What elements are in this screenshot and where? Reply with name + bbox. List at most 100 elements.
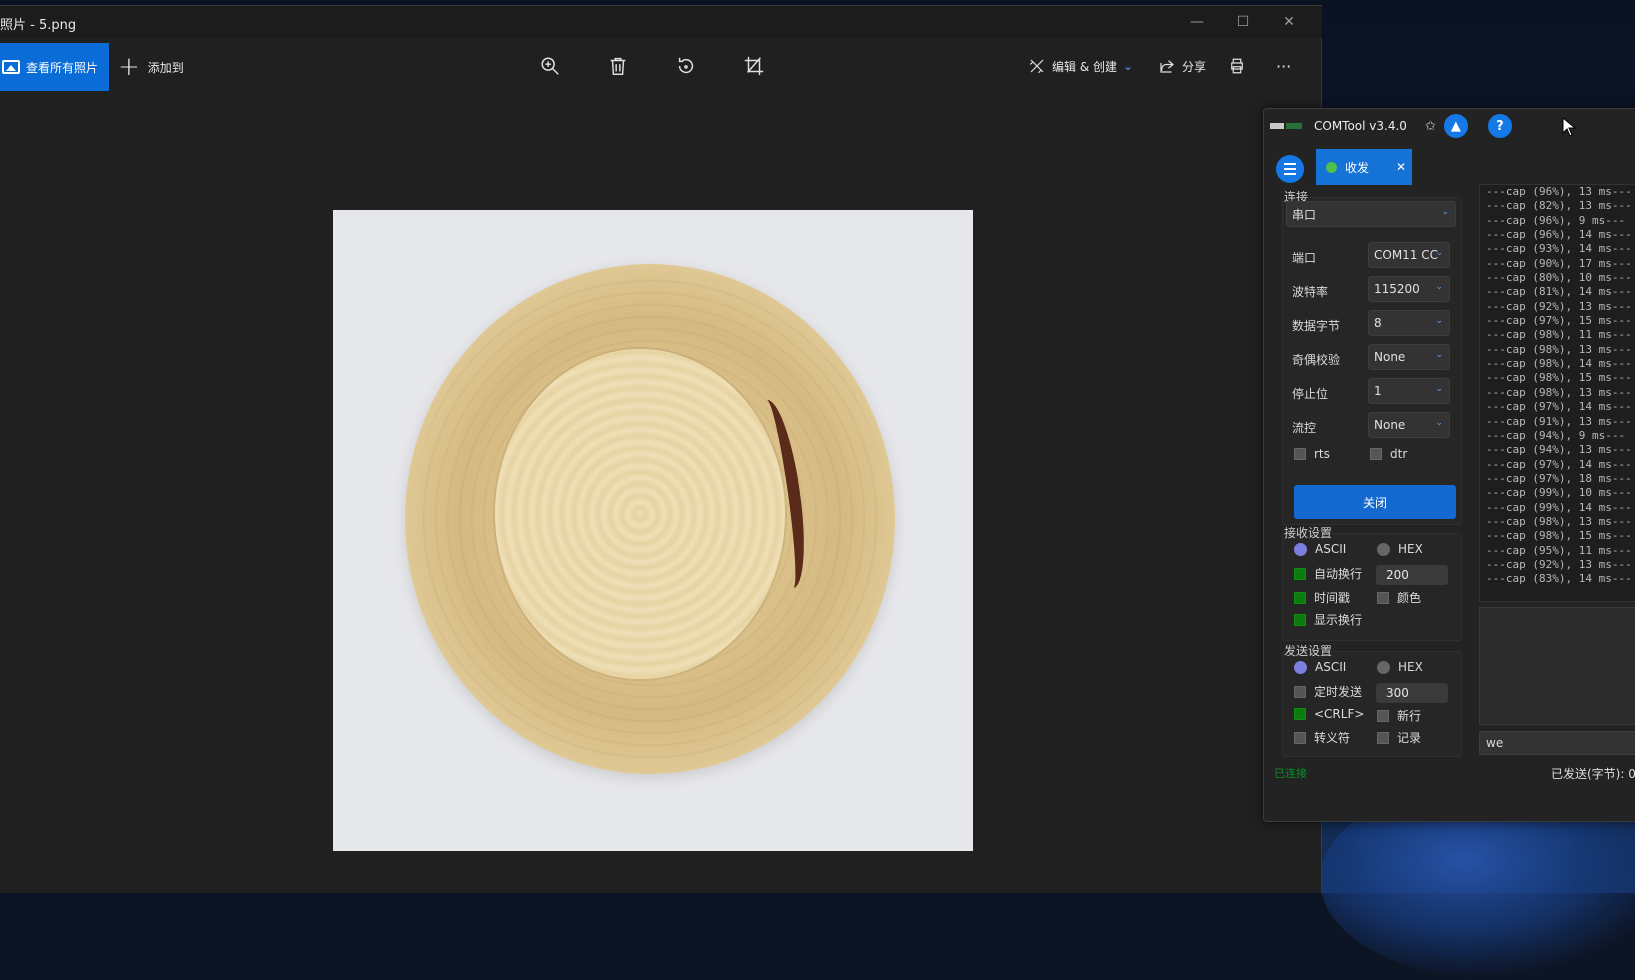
chevron-down-icon: ⌄ [1123, 59, 1134, 73]
tab-send-receive[interactable]: 收发 ✕ [1316, 149, 1412, 185]
tab-send-receive-label: 收发 [1345, 160, 1370, 175]
crop-button[interactable] [738, 50, 770, 82]
port-label: 端口 [1292, 251, 1317, 265]
close-window-button[interactable]: ✕ [1266, 6, 1312, 38]
minimize-button[interactable]: — [1174, 6, 1220, 38]
log-line: ---cap (94%), 9 ms--- [1486, 428, 1626, 442]
crop-icon [744, 56, 764, 76]
log-line: ---cap (98%), 13 ms--- [1486, 514, 1632, 528]
send-input[interactable]: we [1479, 731, 1635, 755]
autowrap-input[interactable]: 200 [1376, 565, 1448, 585]
edit-tools-icon [1029, 59, 1044, 74]
timed-send-label: 定时发送 [1314, 685, 1363, 699]
parity-select[interactable]: None ⌄ [1368, 344, 1450, 370]
send-hex-radio[interactable]: HEX [1377, 660, 1423, 674]
print-button[interactable] [1228, 50, 1246, 82]
send-ascii-label: ASCII [1315, 660, 1347, 674]
crlf-label: <CRLF> [1314, 707, 1365, 721]
databits-select[interactable]: 8 ⌄ [1368, 310, 1450, 336]
record-checkbox[interactable]: 记录 [1377, 729, 1421, 746]
share-label: 分享 [1182, 59, 1207, 74]
close-port-button[interactable]: 关闭 [1294, 485, 1456, 519]
rotate-icon [678, 57, 694, 74]
radio-on [1294, 542, 1307, 556]
send-ascii-radio[interactable]: ASCII [1294, 660, 1346, 674]
show-newline-checkbox[interactable]: 显示换行 [1294, 611, 1362, 628]
log-line: ---cap (90%), 17 ms--- [1486, 256, 1632, 270]
radio-off [1377, 660, 1390, 674]
baud-value: 115200 [1374, 282, 1420, 296]
comtool-title: COMTool v3.4.0 [1314, 119, 1407, 133]
flow-label: 流控 [1292, 421, 1317, 435]
pin-icon[interactable]: ✩ [1425, 119, 1436, 134]
rotate-button[interactable] [670, 50, 702, 82]
record-box [1377, 731, 1389, 744]
menu-button[interactable] [1276, 155, 1304, 183]
dtr-checkbox[interactable]: dtr [1370, 447, 1407, 461]
receive-ascii-radio[interactable]: ASCII [1294, 542, 1346, 556]
receive-log[interactable]: ---cap (96%), 13 ms--- ---cap (82%), 13 m… [1479, 184, 1635, 602]
escape-label: 转义符 [1314, 731, 1351, 745]
log-line: ---cap (83%), 14 ms--- [1486, 572, 1632, 586]
flow-select[interactable]: None ⌄ [1368, 412, 1450, 438]
rts-box [1294, 448, 1306, 460]
color-checkbox[interactable]: 颜色 [1377, 589, 1421, 606]
receive-hex-label: HEX [1398, 542, 1423, 556]
radio-on [1294, 660, 1307, 674]
connection-type-select[interactable]: 串口 ⌄ [1286, 201, 1456, 227]
newline-checkbox[interactable]: 新行 [1377, 707, 1421, 724]
maximize-button[interactable]: ☐ [1220, 6, 1266, 38]
log-line: ---cap (96%), 9 ms--- [1486, 213, 1626, 227]
escape-box [1294, 731, 1306, 744]
zoom-in-button[interactable] [534, 50, 566, 82]
crlf-checkbox[interactable]: <CRLF> [1294, 707, 1364, 721]
flow-value: None [1374, 418, 1406, 432]
timed-send-checkbox[interactable]: 定时发送 [1294, 683, 1362, 700]
receive-hex-radio[interactable]: HEX [1377, 542, 1423, 556]
escape-checkbox[interactable]: 转义符 [1294, 729, 1350, 746]
chevron-down-icon: ⌄ [1435, 316, 1443, 326]
edit-create-label: 编辑 & 创建 [1052, 59, 1117, 74]
color-label: 颜色 [1397, 591, 1422, 605]
newline-label: 新行 [1397, 709, 1422, 723]
timestamp-checkbox[interactable]: 时间戳 [1294, 589, 1350, 606]
baud-label: 波特率 [1292, 285, 1329, 299]
delete-button[interactable] [602, 50, 634, 82]
add-to-button[interactable]: + 添加到 [118, 43, 184, 91]
log-line: ---cap (94%), 13 ms--- [1486, 443, 1632, 457]
share-button[interactable]: 分享 [1158, 50, 1206, 82]
chevron-down-icon: ⌄ [1435, 350, 1443, 360]
skin-icon[interactable]: ▲ [1443, 114, 1468, 138]
send-textarea[interactable] [1479, 607, 1635, 725]
dtr-label: dtr [1390, 447, 1408, 461]
share-icon [1160, 60, 1174, 73]
log-line: ---cap (95%), 11 ms--- [1486, 543, 1632, 557]
record-label: 记录 [1397, 731, 1422, 745]
stopbits-select[interactable]: 1 ⌄ [1368, 378, 1450, 404]
mouse-cursor-icon [1562, 117, 1576, 137]
comtool-titlebar: COMTool v3.4.0 ✩ ▲ ? [1264, 109, 1635, 143]
log-line: ---cap (81%), 14 ms--- [1486, 285, 1632, 299]
plus-icon: + [118, 52, 140, 82]
baud-select[interactable]: 115200 ⌄ [1368, 276, 1450, 302]
autowrap-label: 自动换行 [1314, 567, 1363, 581]
chevron-down-icon: ⌄ [1435, 248, 1443, 258]
photo-canvas [333, 210, 973, 851]
timed-send-input[interactable]: 300 [1376, 683, 1448, 703]
tab-close-icon[interactable]: ✕ [1396, 160, 1406, 174]
edit-create-button[interactable]: 编辑 & 创建 ⌄ [1028, 50, 1133, 82]
log-line: ---cap (96%), 13 ms--- [1486, 185, 1632, 198]
log-line: ---cap (99%), 14 ms--- [1486, 500, 1632, 514]
port-select[interactable]: COM11 CC ⌄ [1368, 242, 1450, 268]
photos-titlebar: 照片 - 5.png — ☐ ✕ [0, 6, 1322, 38]
view-all-photos-button[interactable]: 查看所有照片 [0, 43, 109, 91]
help-icon[interactable]: ? [1487, 114, 1512, 138]
hat-crown [495, 349, 785, 679]
autowrap-checkbox[interactable]: 自动换行 [1294, 565, 1362, 582]
receive-settings-label: 接收设置 [1284, 526, 1333, 540]
more-options-button[interactable]: ··· [1276, 50, 1291, 82]
chevron-down-icon: ⌄ [1441, 207, 1449, 217]
rts-checkbox[interactable]: rts [1294, 447, 1330, 461]
log-line: ---cap (97%), 18 ms--- [1486, 471, 1632, 485]
receive-ascii-label: ASCII [1315, 542, 1347, 556]
